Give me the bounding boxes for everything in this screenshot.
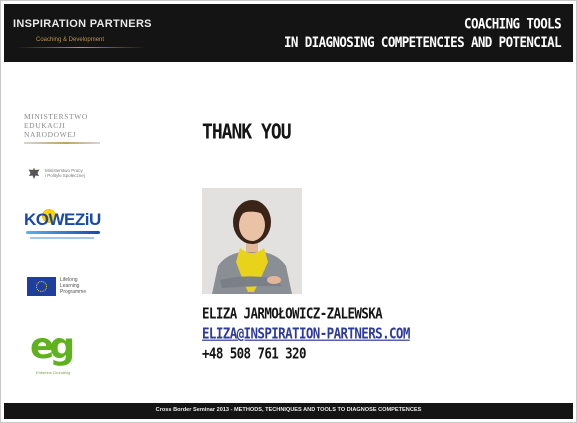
- ministry-logo-rule: [24, 142, 100, 144]
- slide-title-line-1: COACHING TOOLS: [464, 15, 562, 32]
- slide-title: COACHING TOOLS IN DIAGNOSING COMPETENCIE…: [283, 14, 562, 51]
- eu-flag-icon: [27, 277, 56, 296]
- koweziu-logo: KOWEZiU: [24, 206, 106, 246]
- contact-email-link[interactable]: ELIZA@INSPIRATION-PARTNERS.COM: [202, 324, 410, 342]
- koweziu-subline: [30, 237, 94, 239]
- eagle-emblem-icon: [28, 168, 40, 179]
- thank-you-heading: THANK YOU: [202, 120, 292, 145]
- contact-phone: +48 508 761 320: [202, 344, 306, 362]
- footer-text: Cross Border Seminar 2013 - METHODS, TEC…: [155, 407, 422, 413]
- presentation-slide: INSPIRATION PARTNERS Coaching & Developm…: [0, 0, 577, 423]
- contact-name: ELIZA JARMOŁOWICZ-ZALEWSKA: [202, 304, 383, 322]
- slide-footer: Cross Border Seminar 2013 - METHODS, TEC…: [4, 403, 573, 419]
- lifelong-learning-programme-logo: Lifelong Learning Programme: [27, 275, 103, 299]
- ministry-of-labour-line-2: i Polityki Społecznej: [45, 173, 85, 178]
- ministry-logo-line-3: NARODOWEJ: [24, 130, 77, 139]
- koweziu-swoosh: [26, 231, 100, 234]
- ministry-of-labour-logo: Ministerstwo Pracy i Polityki Społecznej: [27, 167, 101, 181]
- ministry-of-education-logo: MINISTERSTWO EDUKACJI NARODOWEJ: [24, 112, 106, 144]
- speaker-photo: [202, 188, 302, 294]
- eg-mark: eg: [30, 326, 75, 367]
- koweziu-wordmark: KOWEZiU: [24, 210, 101, 229]
- speaker-portrait: [202, 188, 302, 294]
- slide-header: INSPIRATION PARTNERS Coaching & Developm…: [4, 4, 573, 62]
- slide-title-line-2: IN DIAGNOSING COMPETENCIES AND POTENCIAL: [283, 33, 562, 51]
- brand-name: INSPIRATION PARTNERS: [13, 18, 152, 30]
- eg-logo: eg Erasmus Grundtvig: [30, 327, 80, 379]
- brand-tagline: Coaching & Development: [36, 37, 105, 43]
- ministry-logo-line-2: EDUKACJI: [24, 121, 66, 130]
- llp-text: Lifelong Learning Programme: [60, 277, 86, 295]
- ministry-logo-line-1: MINISTERSTWO: [24, 112, 88, 121]
- ministry-of-labour-text: Ministerstwo Pracy i Polityki Społecznej: [45, 168, 85, 178]
- llp-line-3: Programme: [60, 289, 87, 295]
- eg-subtitle: Erasmus Grundtvig: [36, 370, 71, 375]
- brand-divider: [16, 47, 146, 48]
